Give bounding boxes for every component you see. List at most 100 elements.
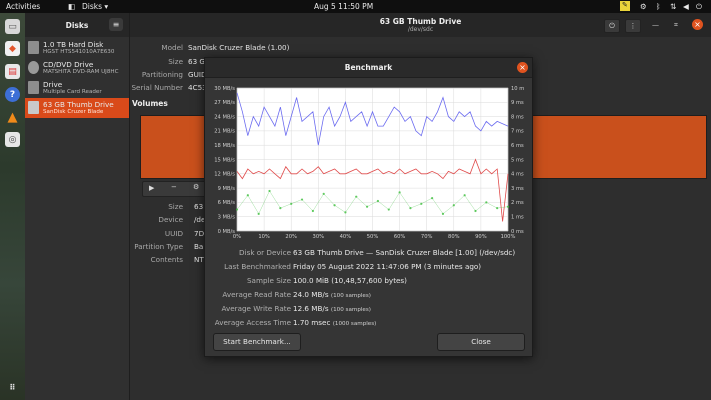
- top-bar: Activities ◧ Disks ▾ Aug 5 11:50 PM ✎ ⚙ …: [0, 0, 711, 13]
- chart-y-right-tick: 4 ms: [511, 172, 524, 178]
- minimize-icon[interactable]: —: [652, 21, 659, 29]
- chart-y-right-tick: 1 ms: [511, 215, 524, 221]
- vlc-icon[interactable]: ▲: [5, 110, 20, 125]
- maximize-icon[interactable]: ⌗: [674, 21, 678, 30]
- activities-button[interactable]: Activities: [6, 2, 40, 11]
- drive-menu-icon[interactable]: ⋮: [625, 19, 641, 33]
- chart-y-right-tick: 5 ms: [511, 157, 524, 163]
- chart-x-tick: 50%: [367, 234, 379, 240]
- chart-y-left-tick: 12 MB/s: [214, 172, 235, 178]
- last-benchmarked-value: Friday 05 August 2022 11:47:06 PM (3 min…: [293, 262, 482, 271]
- document-viewer-icon[interactable]: ▤: [5, 64, 20, 79]
- chart-y-left-tick: 27 MB/s: [214, 100, 235, 106]
- disks-sidebar: Disks ≡ 1.0 TB Hard Disk HGST HTS541010A…: [25, 13, 130, 400]
- sample-size-value: 100.0 MiB (10,48,57,600 bytes): [293, 276, 407, 285]
- chart-y-left-tick: 15 MB/s: [214, 157, 235, 163]
- sidebar-item-hard-disk[interactable]: 1.0 TB Hard Disk HGST HTS541010A7E630: [25, 38, 129, 58]
- chart-x-tick: 70%: [421, 234, 433, 240]
- usb-drive-icon: [28, 101, 39, 114]
- chart-y-left-tick: 6 MB/s: [218, 200, 236, 206]
- disks-app-icon[interactable]: ◎: [5, 132, 20, 147]
- chart-x-tick: 20%: [285, 234, 297, 240]
- chart-y-left-tick: 3 MB/s: [218, 215, 236, 221]
- sidebar-item-card-reader[interactable]: Drive Multiple Card Reader: [25, 78, 129, 98]
- sample-size-label: Sample Size: [247, 276, 291, 285]
- chart-x-tick: 10%: [258, 234, 270, 240]
- files-icon[interactable]: ▭: [5, 19, 20, 34]
- show-apps-icon[interactable]: ⠿: [5, 380, 20, 395]
- chart-y-left-tick: 30 MB/s: [214, 86, 235, 92]
- sidebar-item-sublabel: Multiple Card Reader: [43, 89, 102, 95]
- last-benchmarked-label: Last Benchmarked: [224, 262, 291, 271]
- optical-drive-icon: [28, 61, 39, 74]
- read-rate-row: 24.0 MB/s (100 samples): [293, 290, 371, 299]
- sidebar-item-sublabel: MATSHITA DVD-RAM UJ8HC: [43, 69, 119, 75]
- access-time-samples: (1000 samples): [332, 321, 377, 327]
- dialog-header: Benchmark ×: [205, 58, 532, 78]
- read-rate-value: 24.0 MB/s: [293, 290, 329, 299]
- notification-icon[interactable]: ✎: [620, 1, 630, 11]
- chart-y-left-tick: 0 MB/s: [218, 229, 236, 235]
- dialog-title: Benchmark: [344, 63, 393, 72]
- chart-x-tick: 60%: [394, 234, 406, 240]
- sidebar-item-cd-dvd[interactable]: CD/DVD Drive MATSHITA DVD-RAM UJ8HC: [25, 58, 129, 78]
- remove-partition-icon[interactable]: −: [171, 183, 177, 191]
- volume-info-value: 63: [194, 202, 204, 211]
- chart-y-right-tick: 7 ms: [511, 129, 524, 135]
- brave-browser-icon[interactable]: ◆: [5, 41, 20, 56]
- chart-x-tick: 40%: [340, 234, 352, 240]
- network-icon[interactable]: ⇅: [670, 2, 676, 11]
- write-rate-label: Average Write Rate: [221, 304, 291, 313]
- chart-y-right-tick: 6 ms: [511, 143, 524, 149]
- app-menu[interactable]: Disks ▾: [82, 2, 108, 11]
- card-reader-icon: [28, 81, 39, 94]
- settings-gear-icon[interactable]: ⚙: [193, 183, 199, 191]
- power-menu-icon[interactable]: ⏻: [696, 2, 702, 12]
- hamburger-menu-icon[interactable]: ≡: [109, 18, 123, 31]
- info-label: Size: [168, 57, 183, 66]
- chart-y-right-tick: 2 ms: [511, 200, 524, 206]
- chart-y-right-tick: 9 ms: [511, 100, 524, 106]
- sidebar-item-label: Drive: [43, 80, 63, 89]
- clock[interactable]: Aug 5 11:50 PM: [314, 2, 373, 11]
- power-off-icon[interactable]: ⏻: [604, 19, 620, 33]
- volume-info-label: Contents: [150, 255, 183, 264]
- info-label: Model: [161, 43, 183, 52]
- chart-y-left-tick: 21 MB/s: [214, 129, 235, 135]
- access-time-label: Average Access Time: [214, 318, 291, 327]
- start-benchmark-button[interactable]: Start Benchmark...: [213, 333, 301, 351]
- chart-y-right-tick: 10 ms: [511, 86, 524, 92]
- info-value: 63 G: [188, 57, 206, 66]
- read-rate-label: Average Read Rate: [222, 290, 291, 299]
- volume-info-value: 7D: [194, 229, 205, 238]
- app-menu-icon: ◧: [68, 2, 76, 11]
- bluetooth-icon[interactable]: ᛒ: [656, 2, 661, 11]
- access-time-value: 1.70 msec: [293, 318, 331, 327]
- chart-x-tick: 0%: [233, 234, 241, 240]
- hard-disk-icon: [28, 41, 39, 54]
- sidebar-item-sublabel: HGST HTS541010A7E630: [43, 49, 115, 55]
- chart-y-left-tick: 18 MB/s: [214, 143, 235, 149]
- info-label: Serial Number: [131, 83, 184, 92]
- settings-icon[interactable]: ⚙: [640, 2, 647, 11]
- main-header: 63 GB Thumb Drive /dev/sdc ⏻ ⋮ — ⌗ ×: [130, 13, 711, 37]
- app-menu-arrow: ▾: [104, 2, 109, 11]
- sidebar-item-label: 1.0 TB Hard Disk: [43, 40, 104, 49]
- read-rate-samples: (100 samples): [330, 293, 371, 299]
- chart-x-tick: 30%: [313, 234, 325, 240]
- sidebar-item-thumb-drive[interactable]: 63 GB Thumb Drive SanDisk Cruzer Blade: [25, 98, 129, 118]
- dock: ▭ ◆ ▤ ? ▲ ◎ ⠿: [0, 13, 25, 400]
- help-icon[interactable]: ?: [5, 87, 20, 102]
- mount-icon[interactable]: ▶: [149, 184, 154, 192]
- window-close-icon[interactable]: ×: [692, 19, 703, 30]
- app-menu-label: Disks: [82, 2, 103, 11]
- chart-x-tick: 90%: [475, 234, 487, 240]
- close-button[interactable]: Close: [437, 333, 525, 351]
- disk-value: 63 GB Thumb Drive — SanDisk Cruzer Blade…: [293, 248, 516, 257]
- chart-y-right-tick: 3 ms: [511, 186, 524, 192]
- dialog-close-icon[interactable]: ×: [517, 62, 528, 73]
- disk-label: Disk or Device: [239, 248, 291, 257]
- volume-info-label: Partition Type: [134, 242, 183, 251]
- volume-info-label: UUID: [164, 229, 183, 238]
- volume-icon[interactable]: ◀: [683, 2, 689, 11]
